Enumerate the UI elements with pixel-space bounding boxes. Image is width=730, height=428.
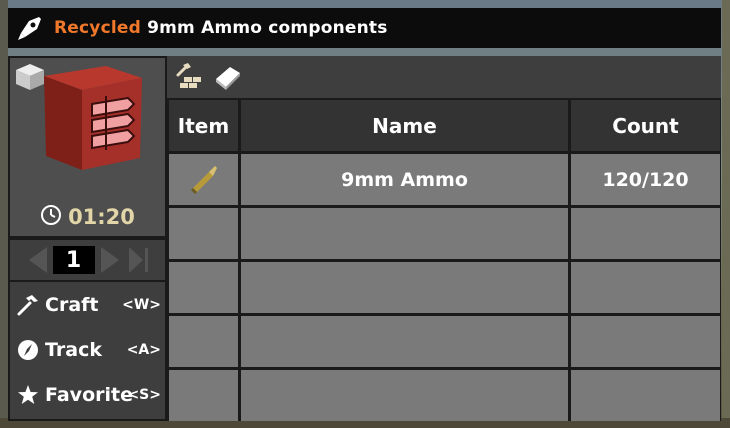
favorite-label: Favorite — [45, 383, 133, 406]
item-preview: 01:20 — [10, 58, 165, 236]
craft-button[interactable]: Craft <W> — [10, 282, 165, 327]
table-row — [167, 370, 721, 421]
ingredients-table: Item Name Count 9mm Ammo 120/120 — [167, 100, 721, 421]
track-button[interactable]: Track <A> — [10, 327, 165, 372]
recipe-panel: 01:20 1 Craft <W> Track <A> Favorite <S> — [8, 56, 167, 421]
row-name — [241, 262, 568, 313]
hammer-icon — [15, 292, 41, 318]
track-key: <A> — [126, 341, 161, 358]
header-item: Item — [169, 100, 238, 151]
book-icon[interactable] — [211, 61, 243, 93]
skip-end-icon[interactable] — [125, 244, 153, 276]
favorite-button[interactable]: Favorite <S> — [10, 372, 165, 417]
ingredients-panel: Item Name Count 9mm Ammo 120/120 — [167, 56, 721, 421]
table-row — [167, 262, 721, 313]
header-count: Count — [571, 100, 720, 151]
background-right — [722, 0, 730, 428]
bullet-icon — [187, 160, 221, 199]
title-bar: Recycled 9mm Ammo components — [8, 8, 721, 48]
toolbar — [167, 56, 721, 98]
craft-key: <W> — [122, 296, 161, 313]
table-header: Item Name Count — [167, 100, 721, 151]
favorite-key: <S> — [127, 386, 161, 403]
header-name: Name — [241, 100, 568, 151]
arrow-left-icon[interactable] — [23, 244, 51, 276]
row-item-cell — [169, 262, 238, 313]
row-item-cell — [169, 370, 238, 421]
clock-icon — [40, 204, 62, 231]
row-name — [241, 208, 568, 259]
track-label: Track — [45, 338, 102, 361]
craft-time: 01:20 — [10, 204, 165, 230]
row-count: 120/120 — [571, 154, 720, 205]
table-row — [167, 316, 721, 367]
row-count — [571, 316, 720, 367]
action-list: Craft <W> Track <A> Favorite <S> — [10, 282, 165, 419]
row-item-cell — [169, 154, 238, 205]
quantity-value[interactable]: 1 — [52, 246, 95, 274]
row-item-cell — [169, 208, 238, 259]
workbench-icon[interactable] — [173, 61, 205, 93]
background-left — [0, 0, 8, 428]
window-title: Recycled 9mm Ammo components — [54, 18, 388, 38]
title-accent: Recycled — [54, 18, 141, 38]
table-row — [167, 208, 721, 259]
compass-icon — [15, 337, 41, 363]
row-count — [571, 262, 720, 313]
timer-value: 01:20 — [68, 205, 135, 229]
arrow-right-icon[interactable] — [97, 244, 125, 276]
row-count — [571, 370, 720, 421]
ammo-crate-icon — [10, 58, 165, 198]
title-main: 9mm Ammo components — [147, 18, 388, 38]
row-name: 9mm Ammo — [241, 154, 568, 205]
table-row[interactable]: 9mm Ammo 120/120 — [167, 154, 721, 205]
row-name — [241, 370, 568, 421]
row-count — [571, 208, 720, 259]
rocket-icon — [12, 10, 48, 46]
row-item-cell — [169, 316, 238, 367]
quantity-stepper: 1 — [10, 240, 165, 280]
craft-label: Craft — [45, 293, 99, 316]
row-name — [241, 316, 568, 367]
star-icon — [15, 382, 41, 408]
